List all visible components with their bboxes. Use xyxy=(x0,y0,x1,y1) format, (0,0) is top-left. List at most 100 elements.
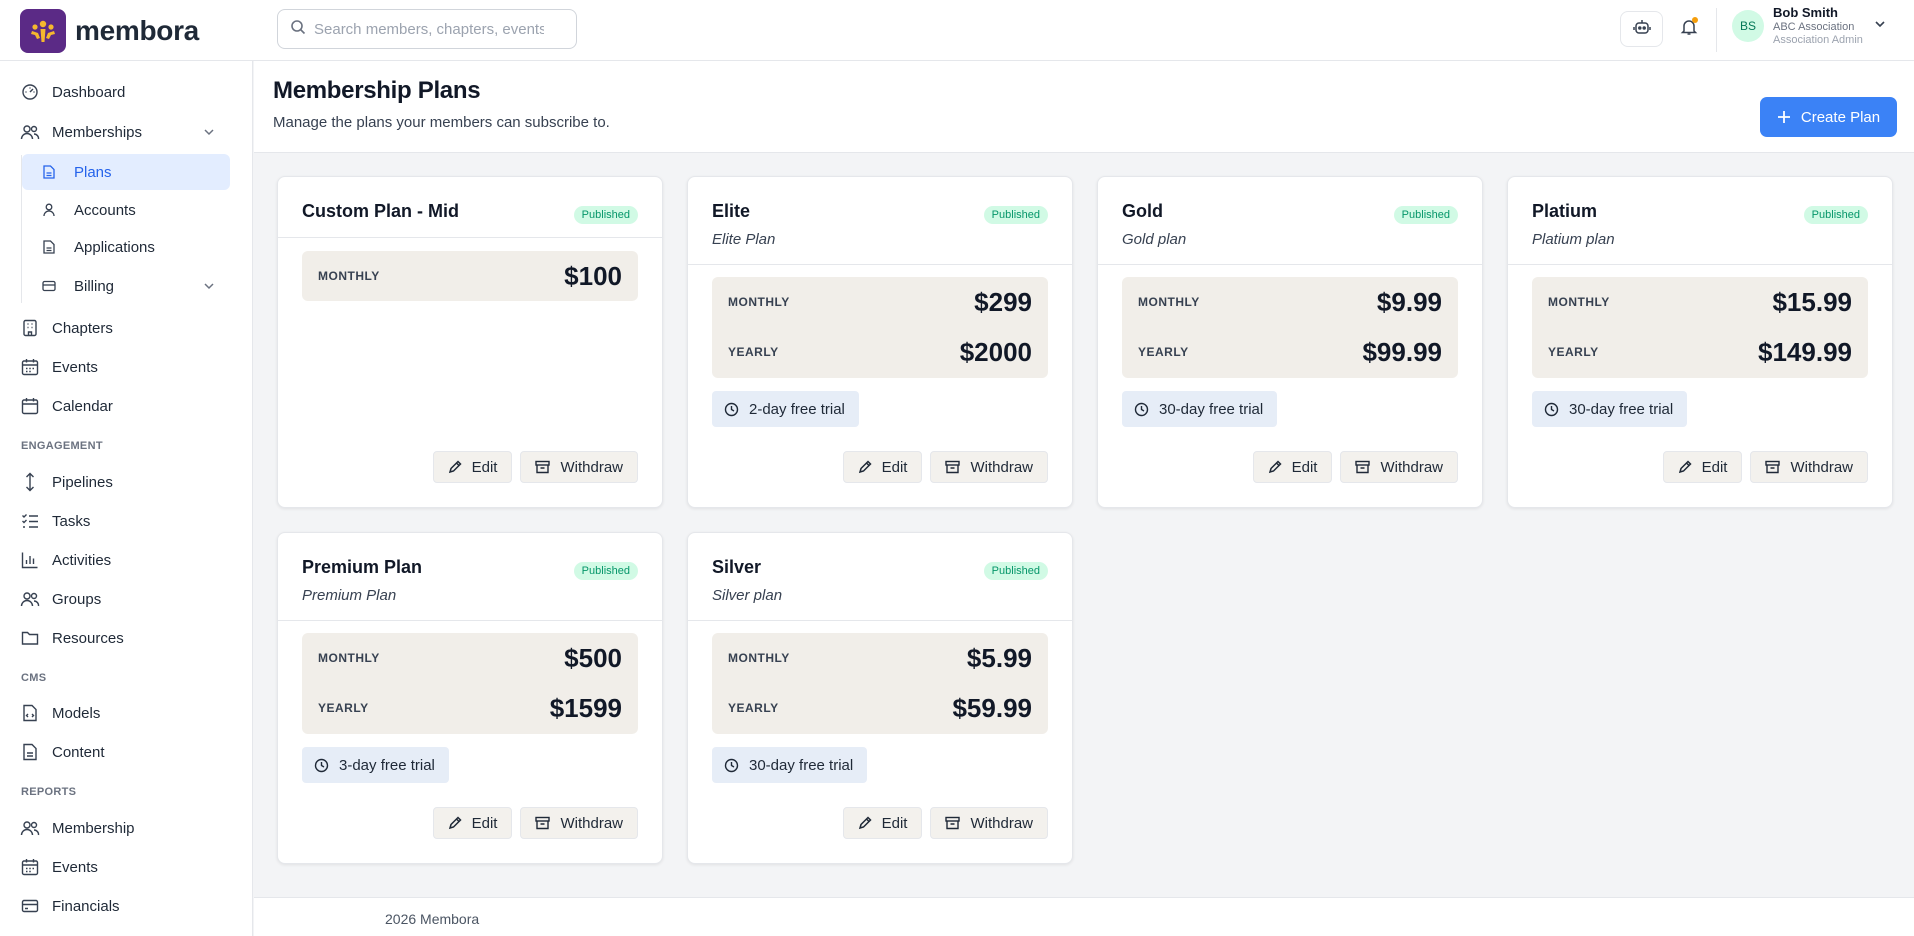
edit-button[interactable]: Edit xyxy=(842,451,923,483)
price-value: $15.99 xyxy=(1772,286,1852,317)
card-actions: Edit Withdraw xyxy=(842,807,1048,839)
chevron-down-icon[interactable] xyxy=(202,125,216,144)
chevron-down-icon[interactable] xyxy=(202,279,216,298)
sidebar-item-report-financials[interactable]: Financials xyxy=(20,889,120,923)
price-row-monthly: MONTHLY $500 xyxy=(318,633,622,683)
arrows-vertical-icon xyxy=(20,472,40,492)
sidebar-item-plans[interactable]: Plans xyxy=(22,154,230,190)
plan-name: Premium Plan xyxy=(302,557,423,577)
calendar-grid-icon xyxy=(20,357,40,377)
search-box[interactable] xyxy=(277,9,577,49)
archive-icon xyxy=(535,460,551,474)
archive-icon xyxy=(1355,460,1371,474)
brand-logo[interactable]: membora xyxy=(20,9,199,53)
sidebar-item-groups[interactable]: Groups xyxy=(20,582,101,616)
robot-icon xyxy=(1632,18,1651,41)
withdraw-label: Withdraw xyxy=(560,458,623,476)
plan-description: Elite Plan xyxy=(712,231,776,248)
sidebar: Dashboard Memberships Plans Accounts App… xyxy=(0,61,253,936)
trial-label: 30-day free trial xyxy=(1569,400,1674,418)
sidebar-item-label: Tasks xyxy=(52,512,91,530)
withdraw-button[interactable]: Withdraw xyxy=(930,807,1048,839)
plus-icon xyxy=(1777,110,1791,124)
trial-badge: 30-day free trial xyxy=(712,747,868,783)
price-box: MONTHLY $299 YEARLY $2000 xyxy=(712,277,1048,378)
plan-name: Silver xyxy=(712,557,762,577)
sidebar-item-label: Financials xyxy=(52,897,120,915)
price-value: $500 xyxy=(564,642,622,673)
sidebar-item-models[interactable]: Models xyxy=(20,696,100,730)
trial-label: 2-day free trial xyxy=(749,400,845,418)
sidebar-item-billing[interactable]: Billing xyxy=(22,268,230,304)
sidebar-item-label: Chapters xyxy=(52,319,113,337)
document-icon xyxy=(42,165,56,179)
file-code-icon xyxy=(20,703,40,723)
clock-icon xyxy=(724,758,739,773)
sidebar-item-accounts[interactable]: Accounts xyxy=(22,192,230,228)
withdraw-button[interactable]: Withdraw xyxy=(1340,451,1458,483)
price-value: $5.99 xyxy=(966,642,1032,673)
price-label: MONTHLY xyxy=(318,651,380,665)
card-actions: Edit Withdraw xyxy=(432,807,638,839)
search-input[interactable] xyxy=(314,20,544,38)
withdraw-button[interactable]: Withdraw xyxy=(520,807,638,839)
user-menu[interactable]: BS Bob Smith ABC Association Association… xyxy=(1732,5,1887,46)
create-plan-button[interactable]: Create Plan xyxy=(1760,97,1897,137)
trial-badge: 3-day free trial xyxy=(302,747,449,783)
sidebar-item-activities[interactable]: Activities xyxy=(20,543,111,577)
edit-button[interactable]: Edit xyxy=(432,451,513,483)
price-label: YEARLY xyxy=(728,345,779,359)
price-row-yearly: YEARLY $2000 xyxy=(728,327,1032,377)
status-badge: Published xyxy=(573,206,638,224)
price-value: $9.99 xyxy=(1376,286,1442,317)
edit-button[interactable]: Edit xyxy=(842,807,923,839)
price-label: MONTHLY xyxy=(1138,295,1200,309)
sidebar-item-chapters[interactable]: Chapters xyxy=(20,311,113,345)
section-label-cms: CMS xyxy=(21,672,47,684)
sidebar-item-calendar[interactable]: Calendar xyxy=(20,389,113,423)
archive-icon xyxy=(1765,460,1781,474)
document-icon xyxy=(20,742,40,762)
notification-dot xyxy=(1692,17,1698,23)
edit-button[interactable]: Edit xyxy=(1252,451,1333,483)
pencil-icon xyxy=(1268,460,1282,474)
sidebar-item-resources[interactable]: Resources xyxy=(20,621,124,655)
pencil-icon xyxy=(858,460,872,474)
edit-button[interactable]: Edit xyxy=(432,807,513,839)
sidebar-item-tasks[interactable]: Tasks xyxy=(20,504,90,538)
trial-label: 30-day free trial xyxy=(749,756,854,774)
plan-description: Platium plan xyxy=(1532,231,1615,248)
card-actions: Edit Withdraw xyxy=(1252,451,1458,483)
withdraw-button[interactable]: Withdraw xyxy=(1750,451,1868,483)
page-header: Membership Plans Manage the plans your m… xyxy=(254,61,1914,153)
sidebar-item-content[interactable]: Content xyxy=(20,735,105,769)
withdraw-label: Withdraw xyxy=(970,458,1033,476)
sidebar-item-applications[interactable]: Applications xyxy=(22,229,230,265)
notifications-button[interactable] xyxy=(1667,11,1710,47)
sidebar-item-report-membership[interactable]: Membership xyxy=(20,811,135,845)
header-divider xyxy=(1716,8,1717,52)
edit-button[interactable]: Edit xyxy=(1662,451,1743,483)
ai-assistant-button[interactable] xyxy=(1620,11,1663,47)
checklist-icon xyxy=(20,511,40,531)
card-actions: Edit Withdraw xyxy=(432,451,638,483)
sidebar-item-label: Pipelines xyxy=(52,473,113,491)
price-row-yearly: YEARLY $99.99 xyxy=(1138,327,1442,377)
card-divider xyxy=(1508,264,1892,265)
sidebar-item-pipelines[interactable]: Pipelines xyxy=(20,465,113,499)
sidebar-item-events[interactable]: Events xyxy=(20,350,98,384)
status-badge: Published xyxy=(983,562,1048,580)
trial-badge: 2-day free trial xyxy=(712,391,859,427)
price-row-monthly: MONTHLY $15.99 xyxy=(1548,277,1852,327)
sidebar-item-memberships[interactable]: Memberships xyxy=(20,115,222,149)
sidebar-item-report-events[interactable]: Events xyxy=(20,850,98,884)
sidebar-item-label: Calendar xyxy=(52,397,113,415)
edit-label: Edit xyxy=(471,814,498,832)
sidebar-item-dashboard[interactable]: Dashboard xyxy=(20,75,125,109)
withdraw-button[interactable]: Withdraw xyxy=(520,451,638,483)
sidebar-item-label: Memberships xyxy=(52,123,143,141)
price-value: $100 xyxy=(564,260,622,291)
section-label-engagement: ENGAGEMENT xyxy=(21,440,103,452)
plan-name: Elite xyxy=(712,201,751,221)
withdraw-button[interactable]: Withdraw xyxy=(930,451,1048,483)
